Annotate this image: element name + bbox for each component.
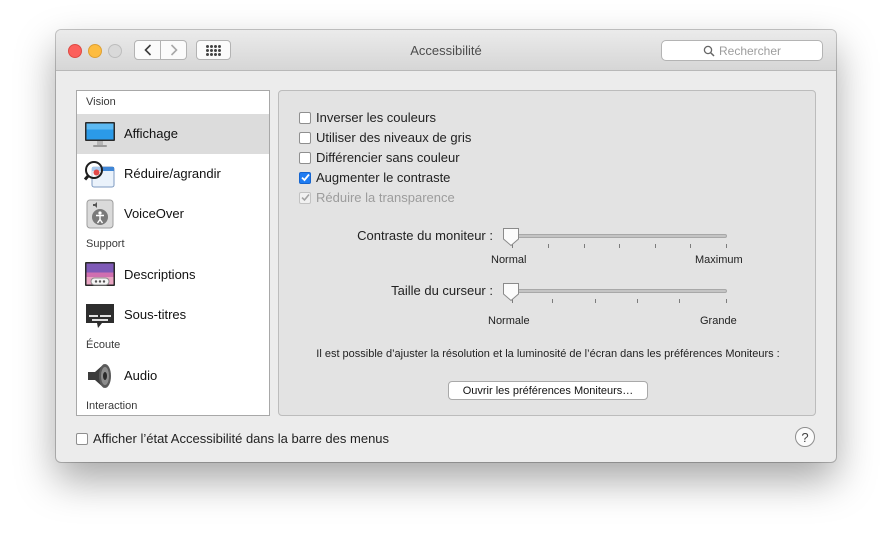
display-settings-panel: Inverser les couleurs Utiliser des nivea… xyxy=(278,90,816,416)
cursor-size-max-label: Grande xyxy=(700,315,737,327)
section-header-interaction: Interaction xyxy=(86,400,138,412)
sidebar-item-descriptions[interactable]: Descriptions xyxy=(77,255,269,295)
checkbox-label: Inverser les couleurs xyxy=(316,110,436,125)
differentiate-without-color-checkbox[interactable] xyxy=(299,151,311,164)
cursor-size-slider[interactable] xyxy=(511,289,727,293)
section-header-vision: Vision xyxy=(86,96,116,108)
menubar-status-checkbox-row[interactable]: Afficher l’état Accessibilité dans la ba… xyxy=(76,431,389,446)
subtitles-icon xyxy=(86,304,114,328)
sidebar-item-label: Affichage xyxy=(124,126,178,141)
search-field[interactable]: Rechercher xyxy=(661,40,823,61)
section-header-ecoute: Écoute xyxy=(86,339,121,351)
sidebar-item-label: Audio xyxy=(124,368,158,383)
cursor-size-min-label: Normale xyxy=(488,315,530,327)
speaker-icon xyxy=(88,364,111,388)
descriptions-icon xyxy=(85,262,115,286)
grayscale-checkbox-row[interactable]: Utiliser des niveaux de gris xyxy=(299,130,471,145)
invert-colors-checkbox[interactable] xyxy=(299,111,311,124)
sidebar-item-label: Descriptions xyxy=(124,267,196,282)
category-sidebar[interactable]: Vision Affichage Réduire/agrandir VoiceO… xyxy=(76,90,270,416)
checkmark-icon xyxy=(300,193,310,202)
checkbox-label: Augmenter le contraste xyxy=(316,170,451,185)
display-icon xyxy=(85,122,115,147)
help-button[interactable]: ? xyxy=(795,427,815,447)
contrast-max-label: Maximum xyxy=(695,254,743,266)
search-placeholder: Rechercher xyxy=(718,43,782,58)
contrast-slider-label: Contraste du moniteur : xyxy=(357,228,493,243)
reduce-transparency-checkbox[interactable] xyxy=(299,191,311,204)
invert-colors-checkbox-row[interactable]: Inverser les couleurs xyxy=(299,110,436,125)
zoom-icon xyxy=(84,161,115,188)
grayscale-checkbox[interactable] xyxy=(299,131,311,144)
checkbox-label: Utiliser des niveaux de gris xyxy=(316,130,472,145)
titlebar: Accessibilité Rechercher xyxy=(56,30,836,71)
checkbox-label: Différencier sans couleur xyxy=(316,150,460,165)
sidebar-item-label: Réduire/agrandir xyxy=(124,166,221,181)
sidebar-item-label: Sous-titres xyxy=(124,307,187,322)
preferences-window: Accessibilité Rechercher Vision Affichag… xyxy=(56,30,836,462)
contrast-min-label: Normal xyxy=(491,254,527,266)
displays-info-text: Il est possible d’ajuster la résolution … xyxy=(316,348,780,360)
cursor-size-slider-label: Taille du curseur : xyxy=(391,283,493,298)
sidebar-item-audio[interactable]: Audio xyxy=(77,356,269,396)
increase-contrast-checkbox[interactable] xyxy=(299,171,311,184)
checkbox-label: Réduire la transparence xyxy=(316,190,455,205)
reduce-transparency-checkbox-row[interactable]: Réduire la transparence xyxy=(299,190,455,205)
open-displays-preferences-button[interactable]: Ouvrir les préférences Moniteurs… xyxy=(448,381,648,400)
sidebar-item-reduire-agrandir[interactable]: Réduire/agrandir xyxy=(77,154,269,194)
contrast-slider-knob[interactable] xyxy=(502,227,520,247)
sidebar-item-voiceover[interactable]: VoiceOver xyxy=(77,194,269,234)
sidebar-item-label: VoiceOver xyxy=(124,206,184,221)
contrast-slider[interactable] xyxy=(511,234,727,238)
cursor-size-slider-knob[interactable] xyxy=(502,282,520,302)
menubar-status-checkbox[interactable] xyxy=(76,432,88,445)
checkbox-label: Afficher l’état Accessibilité dans la ba… xyxy=(93,431,390,446)
differentiate-without-color-checkbox-row[interactable]: Différencier sans couleur xyxy=(299,150,460,165)
checkmark-icon xyxy=(300,173,310,182)
search-icon xyxy=(703,45,715,57)
sidebar-item-affichage[interactable]: Affichage xyxy=(77,114,269,154)
sidebar-item-sous-titres[interactable]: Sous-titres xyxy=(77,295,269,335)
increase-contrast-checkbox-row[interactable]: Augmenter le contraste xyxy=(299,170,450,185)
section-header-support: Support xyxy=(86,238,125,250)
voiceover-icon xyxy=(86,199,114,229)
